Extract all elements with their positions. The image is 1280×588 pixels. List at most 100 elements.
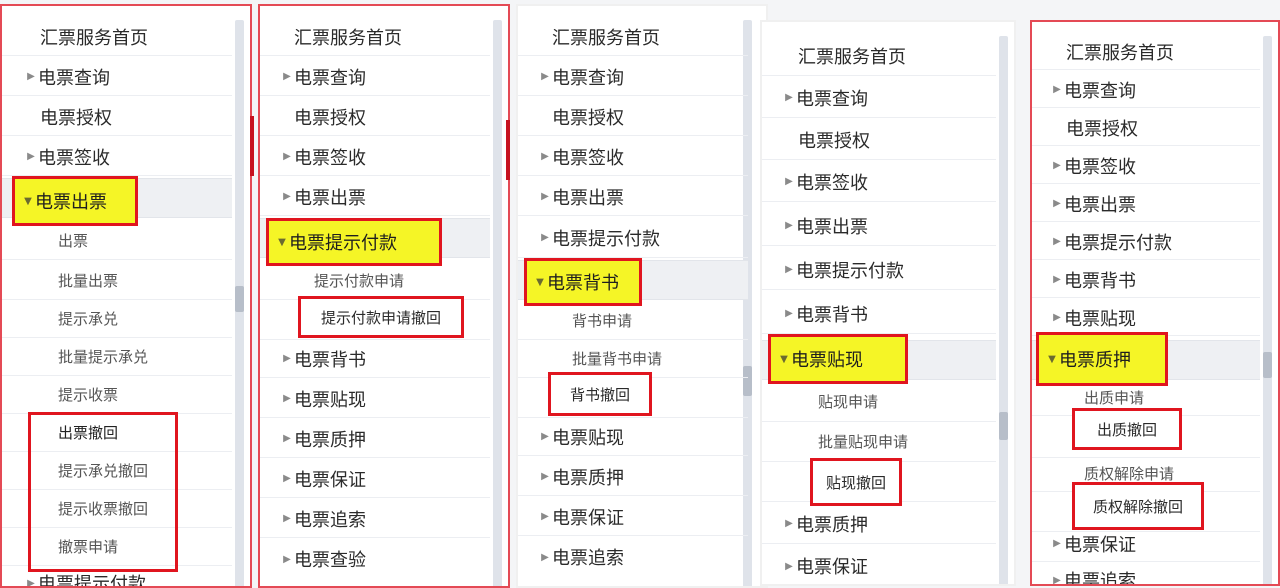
menu-panel-pledge: 汇票服务首页 ▶电票查询 电票授权 ▶电票签收 ▶电票出票 ▶电票提示付款 ▶电… (1030, 20, 1280, 586)
menu-item-sign[interactable]: ▶电票签收 (518, 138, 748, 176)
scrollbar-thumb[interactable] (235, 286, 244, 312)
submenu-item[interactable]: 批量出票 (2, 262, 232, 300)
menu-item-home[interactable]: 汇票服务首页 (518, 18, 748, 56)
caret-down-icon: ▼ (21, 196, 35, 207)
scrollbar-thumb[interactable] (1263, 352, 1272, 378)
caret-right-icon: ▶ (1050, 198, 1064, 209)
menu-item-sign[interactable]: ▶电票签收 (1032, 148, 1260, 184)
menu-item-home[interactable]: 汇票服务首页 (2, 18, 232, 56)
menu-item-recourse[interactable]: ▶电票追索 (518, 538, 748, 576)
caret-right-icon: ▶ (782, 561, 796, 572)
highlight-pay[interactable]: ▼电票提示付款 (266, 218, 442, 266)
caret-right-icon: ▶ (538, 431, 552, 442)
caret-right-icon: ▶ (538, 191, 552, 202)
menu-item-auth[interactable]: 电票授权 (1032, 110, 1260, 146)
submenu-item-endorse-apply[interactable]: 背书申请 (518, 302, 748, 340)
menu-item-endorse[interactable]: ▶电票背书 (762, 294, 996, 334)
caret-right-icon: ▶ (782, 518, 796, 529)
menu-item-issue[interactable]: ▶电票出票 (518, 178, 748, 216)
caret-right-icon: ▶ (782, 92, 796, 103)
submenu-item-pay-apply[interactable]: 提示付款申请 (260, 262, 490, 300)
caret-right-icon: ▶ (280, 353, 294, 364)
menu-item-guarantee[interactable]: ▶电票保证 (762, 546, 996, 586)
menu-item-sign[interactable]: ▶电票签收 (2, 138, 232, 176)
caret-right-icon: ▶ (782, 308, 796, 319)
menu-item-query[interactable]: ▶电票查询 (762, 78, 996, 118)
caret-right-icon: ▶ (782, 176, 796, 187)
highlight-discount[interactable]: ▼电票贴现 (768, 334, 908, 384)
submenu-item-discount-apply[interactable]: 贴现申请 (762, 382, 996, 422)
menu-item-guarantee[interactable]: ▶电票保证 (260, 460, 490, 498)
menu-item-auth[interactable]: 电票授权 (518, 98, 748, 136)
menu-item-endorse[interactable]: ▶电票背书 (260, 340, 490, 378)
submenu-item-batch-discount[interactable]: 批量贴现申请 (762, 422, 996, 462)
menu-item-recourse[interactable]: ▶电票追索 (1032, 562, 1260, 586)
highlight-endorse[interactable]: ▼电票背书 (524, 258, 642, 306)
caret-right-icon: ▶ (24, 151, 38, 162)
menu-item-auth[interactable]: 电票授权 (2, 98, 232, 136)
scrollbar-track[interactable] (1263, 36, 1272, 586)
scrollbar-track[interactable] (493, 20, 502, 588)
edge-marker (250, 116, 254, 176)
caret-right-icon: ▶ (538, 71, 552, 82)
menu-item-sign[interactable]: ▶电票签收 (762, 162, 996, 202)
menu-item-check[interactable]: ▶电票查验 (260, 540, 490, 578)
menu-item-guarantee[interactable]: ▶电票保证 (1032, 526, 1260, 562)
caret-right-icon: ▶ (280, 191, 294, 202)
menu-item-pay[interactable]: ▶电票提示付款 (1032, 224, 1260, 260)
edge-marker (506, 120, 510, 180)
menu-panel-payment: 汇票服务首页 ▶电票查询 电票授权 ▶电票签收 ▶电票出票 提示付款申请 ▶电票… (258, 4, 510, 588)
menu-item-discount[interactable]: ▶电票贴现 (260, 380, 490, 418)
caret-down-icon: ▼ (1045, 354, 1059, 365)
highlight-box-release-revoke[interactable]: 质权解除撤回 (1072, 482, 1204, 530)
menu-item-query[interactable]: ▶电票查询 (260, 58, 490, 96)
menu-item-pledge[interactable]: ▶电票质押 (518, 458, 748, 496)
menu-item-auth[interactable]: 电票授权 (762, 120, 996, 160)
highlight-box-endorse-revoke[interactable]: 背书撤回 (548, 372, 652, 416)
caret-right-icon: ▶ (24, 71, 38, 82)
menu-item-sign[interactable]: ▶电票签收 (260, 138, 490, 176)
caret-right-icon: ▶ (1050, 538, 1064, 549)
highlight-box-pay-revoke[interactable]: 提示付款申请撤回 (298, 296, 464, 338)
menu-item-home[interactable]: 汇票服务首页 (762, 36, 996, 76)
menu-item-guarantee[interactable]: ▶电票保证 (518, 498, 748, 536)
caret-right-icon: ▶ (280, 513, 294, 524)
menu-panel-endorse: 汇票服务首页 ▶电票查询 电票授权 ▶电票签收 ▶电票出票 ▶电票提示付款 背书… (516, 4, 768, 588)
scrollbar-thumb[interactable] (999, 412, 1008, 440)
caret-right-icon: ▶ (280, 151, 294, 162)
highlight-issue[interactable]: ▼电票出票 (12, 176, 138, 226)
highlight-pledge[interactable]: ▼电票质押 (1036, 332, 1168, 386)
menu-item-pay[interactable]: ▶电票提示付款 (762, 250, 996, 290)
menu-item-issue[interactable]: ▶电票出票 (260, 178, 490, 216)
menu-item-endorse[interactable]: ▶电票背书 (1032, 262, 1260, 298)
caret-down-icon: ▼ (533, 277, 547, 288)
caret-down-icon: ▼ (275, 237, 289, 248)
submenu-item[interactable]: 提示承兑 (2, 300, 232, 338)
submenu-item[interactable]: 批量提示承兑 (2, 338, 232, 376)
menu-item-home[interactable]: 汇票服务首页 (260, 18, 490, 56)
menu-item-home[interactable]: 汇票服务首页 (1032, 34, 1260, 70)
menu-item-query[interactable]: ▶电票查询 (1032, 72, 1260, 108)
highlight-box-pledge-revoke[interactable]: 出质撤回 (1072, 408, 1182, 450)
menu-item-pay[interactable]: ▶电票提示付款 (518, 218, 748, 258)
menu-item-query[interactable]: ▶电票查询 (518, 58, 748, 96)
highlight-box-discount-revoke[interactable]: 贴现撤回 (810, 458, 902, 506)
menu-item-pledge[interactable]: ▶电票质押 (762, 504, 996, 544)
menu-item-discount[interactable]: ▶电票贴现 (518, 418, 748, 456)
menu-item-discount[interactable]: ▶电票贴现 (1032, 300, 1260, 336)
menu-item-query[interactable]: ▶电票查询 (2, 58, 232, 96)
menu-item-issue[interactable]: ▶电票出票 (762, 206, 996, 246)
caret-right-icon: ▶ (1050, 312, 1064, 323)
scrollbar-track[interactable] (999, 36, 1008, 586)
menu-item-recourse[interactable]: ▶电票追索 (260, 500, 490, 538)
menu-panel-issue: 汇票服务首页 ▶电票查询 电票授权 ▶电票签收 出票 批量出票 提示承兑 批量提… (0, 4, 252, 588)
caret-right-icon: ▶ (280, 554, 294, 565)
submenu-item[interactable]: 提示收票 (2, 376, 232, 414)
menu-item-issue[interactable]: ▶电票出票 (1032, 186, 1260, 222)
menu-item-pledge[interactable]: ▶电票质押 (260, 420, 490, 458)
menu-item-auth[interactable]: 电票授权 (260, 98, 490, 136)
caret-right-icon: ▶ (280, 393, 294, 404)
caret-right-icon: ▶ (24, 578, 38, 588)
submenu-item[interactable]: 出票 (2, 222, 232, 260)
caret-right-icon: ▶ (1050, 160, 1064, 171)
